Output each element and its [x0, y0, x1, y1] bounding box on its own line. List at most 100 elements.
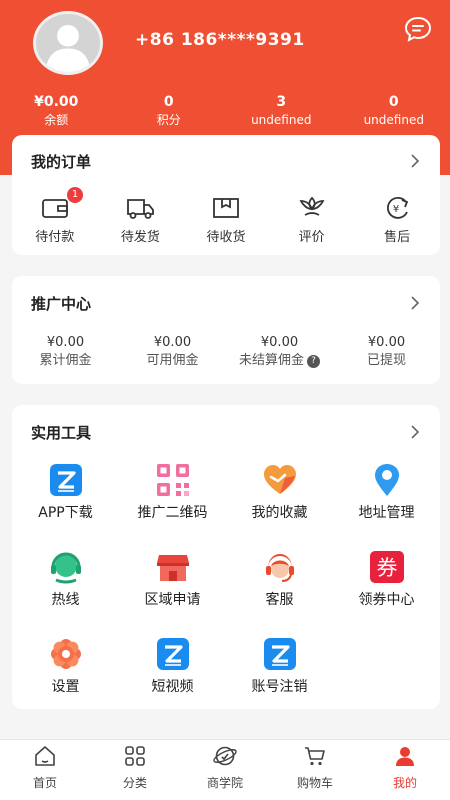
- short-video-icon: [156, 638, 189, 670]
- order-to-ship[interactable]: 待发货: [98, 195, 184, 245]
- qr-code-icon: [156, 464, 189, 496]
- heart-icon: [263, 465, 296, 494]
- tool-label: 领券中心: [358, 592, 415, 608]
- wallet-icon: [41, 199, 68, 218]
- stat-value: 0: [163, 94, 174, 110]
- order-label: 待收货: [206, 230, 246, 245]
- tab-cart[interactable]: 购物车: [270, 740, 360, 800]
- tools-title[interactable]: 实用工具: [31, 422, 91, 443]
- message-icon[interactable]: [404, 16, 432, 42]
- commission-available[interactable]: ¥0.00 可用佣金: [119, 334, 226, 370]
- tool-label: 推广二维码: [137, 505, 208, 521]
- commission-value: ¥0.00: [153, 335, 192, 350]
- commission-value: ¥0.00: [367, 335, 406, 350]
- tab-label: 首页: [32, 776, 57, 790]
- chevron-right-icon[interactable]: [410, 154, 420, 168]
- profile-icon: [396, 747, 414, 766]
- stat-balance[interactable]: ¥0.00 余额: [0, 93, 113, 129]
- tool-label: 我的收藏: [251, 505, 308, 521]
- tab-academy[interactable]: 商学院: [180, 740, 270, 800]
- phone-number: +86 186****9391: [135, 30, 305, 50]
- tool-promo-qr[interactable]: 推广二维码: [119, 463, 226, 550]
- refund-icon: ¥: [387, 197, 409, 219]
- tab-label: 分类: [122, 776, 147, 790]
- tab-label: 我的: [392, 776, 417, 790]
- academy-icon: [213, 746, 237, 766]
- help-icon[interactable]: ?: [307, 355, 320, 368]
- stat-value: ¥0.00: [34, 94, 79, 110]
- order-after-sales[interactable]: ¥ 售后: [354, 195, 440, 245]
- stat-label: 余额: [44, 113, 69, 127]
- headset-icon: [50, 552, 81, 584]
- promotion-title[interactable]: 推广中心: [31, 293, 91, 314]
- coupon-icon: 券: [369, 551, 404, 583]
- stat-value: 3: [276, 94, 287, 110]
- promotion-card: 推广中心 ¥0.00 累计佣金 ¥0.00 可用佣金 ¥0.00 未结算佣金? …: [12, 276, 440, 384]
- orders-card: 我的订单 1 待付款 待发货 待收货 评价 ¥ 售后: [12, 135, 440, 255]
- tools-card: 实用工具 APP下载 推广二维码 我的收藏 地址管理 热线 区域申请 客服 券 …: [12, 405, 440, 709]
- tab-label: 商学院: [206, 776, 243, 790]
- cart-icon: [305, 747, 325, 766]
- commission-value: ¥0.00: [260, 335, 299, 350]
- stat-points[interactable]: 0 积分: [113, 93, 226, 129]
- stat-value: 0: [388, 94, 399, 110]
- commission-value: ¥0.00: [46, 335, 85, 350]
- orders-title[interactable]: 我的订单: [31, 151, 91, 172]
- chevron-right-icon[interactable]: [410, 425, 420, 439]
- app-download-icon: [49, 464, 82, 496]
- order-label: 待发货: [120, 230, 160, 245]
- home-icon: [35, 746, 55, 766]
- tool-label: 区域申请: [144, 592, 201, 608]
- tab-label: 购物车: [296, 776, 333, 790]
- tool-region-apply[interactable]: 区域申请: [119, 550, 226, 637]
- package-icon: [213, 198, 239, 218]
- svg-text:券: 券: [376, 556, 397, 580]
- tool-label: 账号注销: [251, 679, 308, 695]
- tab-category[interactable]: 分类: [90, 740, 180, 800]
- account-stats: ¥0.00 余额 0 积分 3 undefined 0 undefined: [0, 93, 450, 129]
- commission-label: 已提现: [366, 353, 406, 368]
- tool-coupon-center[interactable]: 券 领券中心: [333, 550, 440, 637]
- truck-icon: [127, 199, 155, 219]
- category-icon: [125, 746, 145, 766]
- tool-label: 热线: [51, 592, 80, 608]
- order-review[interactable]: 评价: [269, 195, 355, 245]
- tool-hotline[interactable]: 热线: [12, 550, 119, 637]
- order-pending-payment[interactable]: 1 待付款: [12, 187, 98, 245]
- svg-text:¥: ¥: [393, 204, 399, 215]
- bottom-tab-bar: 首页 分类 商学院 购物车 我的: [0, 739, 450, 800]
- stat-third[interactable]: 3 undefined: [225, 93, 338, 129]
- tool-favorites[interactable]: 我的收藏: [226, 463, 333, 550]
- commission-label-row: 未结算佣金?: [226, 352, 333, 370]
- settings-icon: [50, 639, 81, 669]
- tool-app-download[interactable]: APP下载: [12, 463, 119, 550]
- account-cancel-icon: [263, 638, 296, 670]
- chevron-right-icon[interactable]: [410, 296, 420, 310]
- tool-short-video[interactable]: 短视频: [119, 637, 226, 724]
- commission-withdrawn[interactable]: ¥0.00 已提现: [333, 334, 440, 370]
- stat-fourth[interactable]: 0 undefined: [338, 93, 450, 129]
- location-pin-icon: [374, 464, 399, 496]
- order-to-receive[interactable]: 待收货: [183, 195, 269, 245]
- commission-unsettled[interactable]: ¥0.00 未结算佣金?: [226, 334, 333, 370]
- tool-label: 地址管理: [358, 505, 415, 521]
- tool-settings[interactable]: 设置: [12, 637, 119, 724]
- avatar[interactable]: [33, 11, 103, 75]
- order-label: 待付款: [35, 230, 75, 245]
- commission-label: 可用佣金: [146, 353, 199, 368]
- tool-label: APP下载: [38, 505, 93, 521]
- order-label: 售后: [384, 230, 411, 245]
- tool-label: 设置: [51, 679, 80, 695]
- flower-icon: [299, 196, 325, 216]
- stat-label: 积分: [156, 113, 181, 127]
- tool-label: 短视频: [151, 679, 194, 695]
- commission-total[interactable]: ¥0.00 累计佣金: [12, 334, 119, 370]
- order-badge: 1: [67, 187, 83, 203]
- stat-label: undefined: [363, 113, 424, 127]
- tool-address[interactable]: 地址管理: [333, 463, 440, 550]
- order-label: 评价: [298, 230, 325, 245]
- tool-account-cancel[interactable]: 账号注销: [226, 637, 333, 724]
- tab-home[interactable]: 首页: [0, 740, 90, 800]
- tool-customer-service[interactable]: 客服: [226, 550, 333, 637]
- tab-profile[interactable]: 我的: [360, 740, 450, 800]
